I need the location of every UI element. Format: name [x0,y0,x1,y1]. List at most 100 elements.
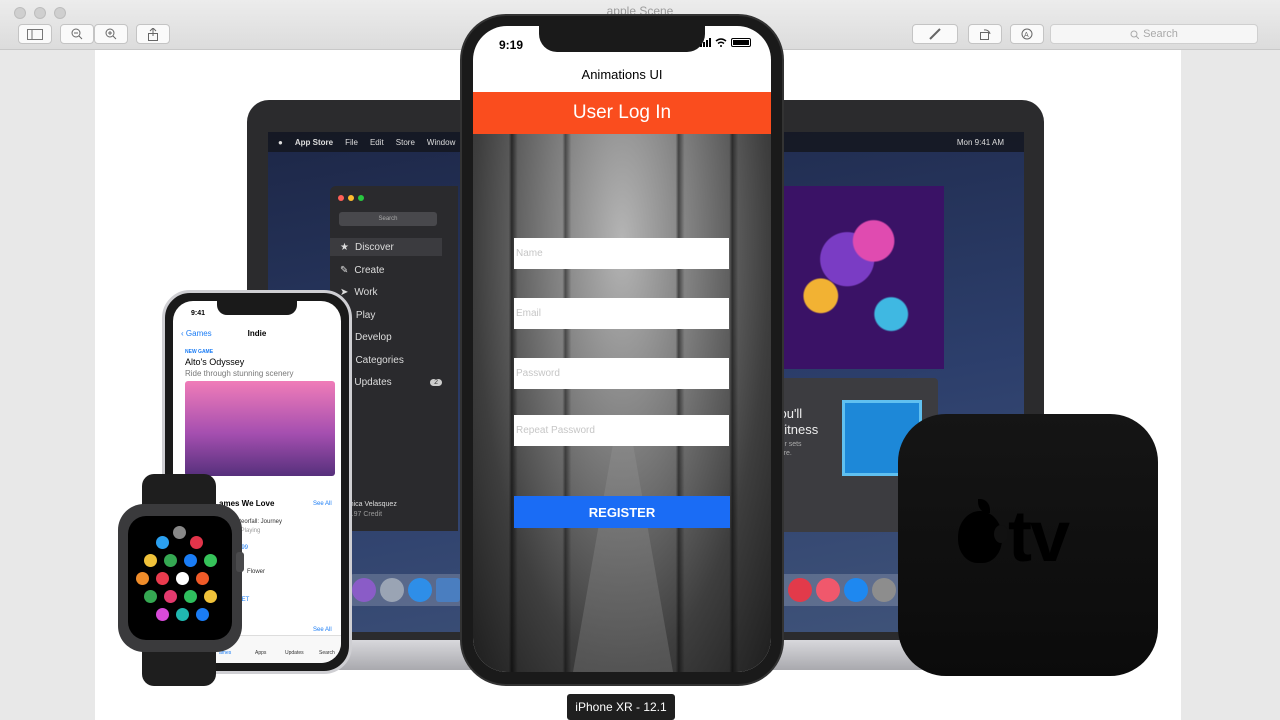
app-store-icon [844,578,868,602]
star-icon: ★ [340,241,349,253]
photos-icon [436,578,460,602]
sidebar-item-updates: ⬇ Updates 2 [340,373,450,391]
game-hero-image [185,381,335,476]
wifi-icon [715,38,727,47]
register-button[interactable]: REGISTER [514,496,730,528]
search-icon [1130,30,1140,39]
close-window-button[interactable] [14,7,26,19]
zoom-out-icon [71,28,83,40]
sidebar-item-develop: ⚒ Develop [340,328,450,346]
game-subtitle: Ride through stunning scenery [185,369,294,378]
app-icon [144,554,157,567]
app-icon [184,554,197,567]
status-time: 9:19 [499,38,524,52]
sidebar-item-label: Updates [354,376,392,388]
zoom-window-button[interactable] [54,7,66,19]
zoom-dot [358,195,364,201]
sidebar-item-create: ✎ Create [340,261,450,279]
sidebar-item-label: Develop [354,331,392,343]
rotate-icon [980,29,991,40]
menubar-item: Edit [369,137,384,147]
app-icon [173,526,186,539]
zoom-in-button[interactable] [94,24,128,44]
see-all-link: See All [313,501,332,507]
back-label: Games [185,329,212,338]
app-icon [156,572,169,585]
tab-search: Search [319,650,335,656]
menubar-clock: Mon 9:41 AM [956,137,1004,147]
menubar-item: Store [395,137,415,147]
app-icon [190,536,203,549]
sidebar-item-categories: ▦ Categories [340,351,450,369]
music-icon [816,578,840,602]
featured-artwork [768,186,944,369]
settings-icon [872,578,896,602]
sidebar-item-label: Work [354,286,378,298]
app-icon [156,536,169,549]
share-button[interactable] [136,24,170,44]
app-icon [196,608,209,621]
watch-crown [236,552,244,572]
annotate-button[interactable]: A [1010,24,1044,44]
nav-title: Animations UI [581,67,663,82]
new-game-badge: NEW GAME [185,349,214,355]
apple-logo-icon [958,499,1008,563]
menubar-item: File [345,137,358,147]
rotate-button[interactable] [968,24,1002,44]
app-icon [164,590,177,603]
close-dot [338,195,344,201]
app-icon [176,608,189,621]
app-icon [184,590,197,603]
updates-badge: 2 [430,378,442,386]
sidebar-item-label: Play [355,309,376,321]
notch [539,26,705,52]
name-field[interactable] [514,238,729,269]
preview-window: apple Scene A Search ● App Store File Ed… [0,0,1280,720]
sidebar-item-play: ▲ Play [340,306,450,324]
status-icons [700,38,751,47]
minimize-window-button[interactable] [34,7,46,19]
app-icon [164,554,177,567]
forest-background-image [473,134,771,672]
minimize-dot [348,195,354,201]
tab-updates: Updates [285,650,304,656]
simulator-screen: 9:19 Animations UI User Log In REGISTER [473,26,771,672]
apple-tv-logo: tv [958,497,1108,577]
sidebar-toggle-button[interactable] [18,24,52,44]
app-icon [144,590,157,603]
zoom-out-button[interactable] [60,24,94,44]
repeat-password-field[interactable] [514,415,729,446]
hammer-icon: ✎ [340,264,349,276]
apple-menu-icon: ● [278,137,283,147]
battery-icon [731,38,751,47]
toolbar-search-field[interactable]: Search [1050,24,1258,44]
status-time: 9:41 [191,310,206,317]
password-field[interactable] [514,358,729,389]
launchpad-icon [380,578,404,602]
tab-apps: Apps [255,650,267,656]
apple-tv-logo-text: tv [1008,497,1070,577]
apple-watch [118,504,242,652]
app-icon [156,608,169,621]
menubar-item: Window [426,137,456,147]
app-store-search: Search [339,212,437,226]
app-icon [204,554,217,567]
app-icon [204,590,217,603]
pen-icon [929,28,941,40]
app-icon [196,572,209,585]
watch-screen [128,516,232,640]
markup-button[interactable] [912,24,958,44]
apple-tv-device: tv [898,414,1158,676]
clock-icon [176,572,189,585]
simulator-device-label: iPhone XR - 12.1 [567,694,675,720]
sidebar-item-discover: ★ Discover [330,238,442,256]
signal-icon [700,38,711,47]
svg-text:A: A [1024,32,1029,39]
annotate-icon: A [1021,28,1033,40]
email-field[interactable] [514,298,729,329]
sidebar-item-label: Categories [355,354,404,366]
forest-path [573,444,673,672]
login-header: User Log In [473,92,771,134]
siri-icon [352,578,376,602]
zoom-in-icon [105,28,117,40]
